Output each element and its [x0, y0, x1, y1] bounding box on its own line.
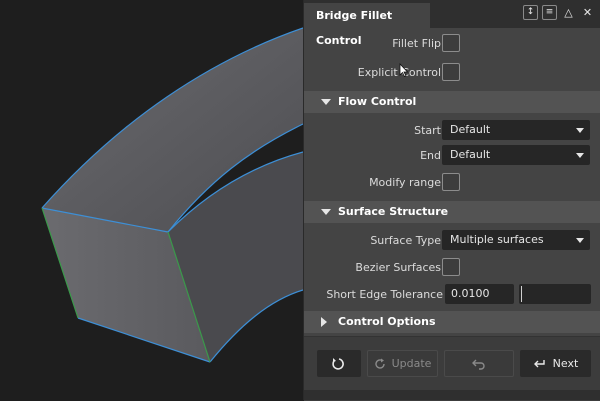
end-dropdown[interactable]: Default — [442, 145, 590, 165]
expand-down-icon — [321, 99, 331, 105]
pin-icon[interactable]: ↕ — [523, 5, 538, 20]
collapse-icon[interactable]: △ — [561, 5, 576, 20]
menu-icon[interactable]: ≡ — [542, 5, 557, 20]
bridge-surface-model — [41, 27, 303, 363]
next-button[interactable]: Next — [520, 350, 591, 377]
reset-button[interactable] — [317, 350, 361, 377]
reset-icon — [332, 357, 344, 370]
expand-right-icon — [321, 317, 327, 327]
chevron-down-icon — [576, 153, 584, 158]
start-dropdown[interactable]: Default — [442, 120, 590, 140]
bezier-surfaces-label: Bezier Surfaces — [355, 261, 441, 274]
section-flow-control[interactable]: Flow Control — [304, 91, 600, 113]
panel-bottom-strip — [304, 390, 600, 400]
start-label: Start — [414, 124, 441, 137]
surface-type-value: Multiple surfaces — [450, 233, 544, 246]
end-value: Default — [450, 148, 491, 161]
short-edge-tolerance-slider[interactable] — [519, 284, 591, 304]
panel-title[interactable]: Bridge Fillet Control — [304, 3, 430, 47]
section-title: Surface Structure — [338, 205, 449, 218]
undo-button[interactable] — [444, 350, 514, 377]
explicit-control-checkbox[interactable] — [442, 63, 460, 81]
chevron-down-icon — [576, 238, 584, 243]
update-button[interactable]: Update — [367, 350, 438, 377]
panel-titlebar: Bridge Fillet Control ↕ ≡ △ ✕ — [304, 0, 600, 47]
bezier-surfaces-checkbox[interactable] — [442, 258, 460, 276]
explicit-control-row: Explicit Control — [304, 59, 600, 87]
fillet-flip-label: Fillet Flip — [392, 37, 441, 50]
short-edge-tolerance-row: Short Edge Tolerance 0.0100 — [304, 281, 600, 309]
close-icon[interactable]: ✕ — [580, 5, 595, 20]
fillet-flip-checkbox[interactable] — [442, 34, 460, 52]
short-edge-tolerance-label: Short Edge Tolerance — [326, 288, 443, 301]
modify-range-label: Modify range — [369, 176, 441, 189]
end-row: End Default — [304, 142, 600, 170]
mouse-cursor-icon — [399, 63, 409, 77]
section-title: Control Options — [338, 315, 436, 328]
short-edge-tolerance-input[interactable]: 0.0100 — [445, 284, 514, 304]
bezier-surfaces-row: Bezier Surfaces — [304, 254, 600, 282]
surface-type-dropdown[interactable]: Multiple surfaces — [442, 230, 590, 250]
chevron-down-icon — [576, 128, 584, 133]
section-title: Flow Control — [338, 95, 417, 108]
expand-down-icon — [321, 209, 331, 215]
modify-range-checkbox[interactable] — [442, 173, 460, 191]
start-value: Default — [450, 123, 491, 136]
next-arrow-icon — [533, 359, 545, 367]
modify-range-row: Modify range — [304, 169, 600, 197]
viewport[interactable] — [0, 0, 303, 400]
refresh-icon — [374, 358, 385, 369]
bridge-fillet-panel: Bridge Fillet Control ↕ ≡ △ ✕ Fillet Fli… — [303, 0, 600, 401]
section-control-options[interactable]: Control Options — [304, 311, 600, 333]
end-label: End — [420, 149, 441, 162]
slider-handle[interactable] — [521, 286, 522, 302]
next-label: Next — [552, 357, 579, 370]
surface-type-label: Surface Type — [370, 234, 441, 247]
undo-icon — [472, 359, 485, 370]
fillet-flip-row: Fillet Flip — [304, 30, 600, 58]
update-label: Update — [391, 357, 432, 370]
section-surface-structure[interactable]: Surface Structure — [304, 201, 600, 223]
start-row: Start Default — [304, 117, 600, 145]
surface-type-row: Surface Type Multiple surfaces — [304, 227, 600, 255]
